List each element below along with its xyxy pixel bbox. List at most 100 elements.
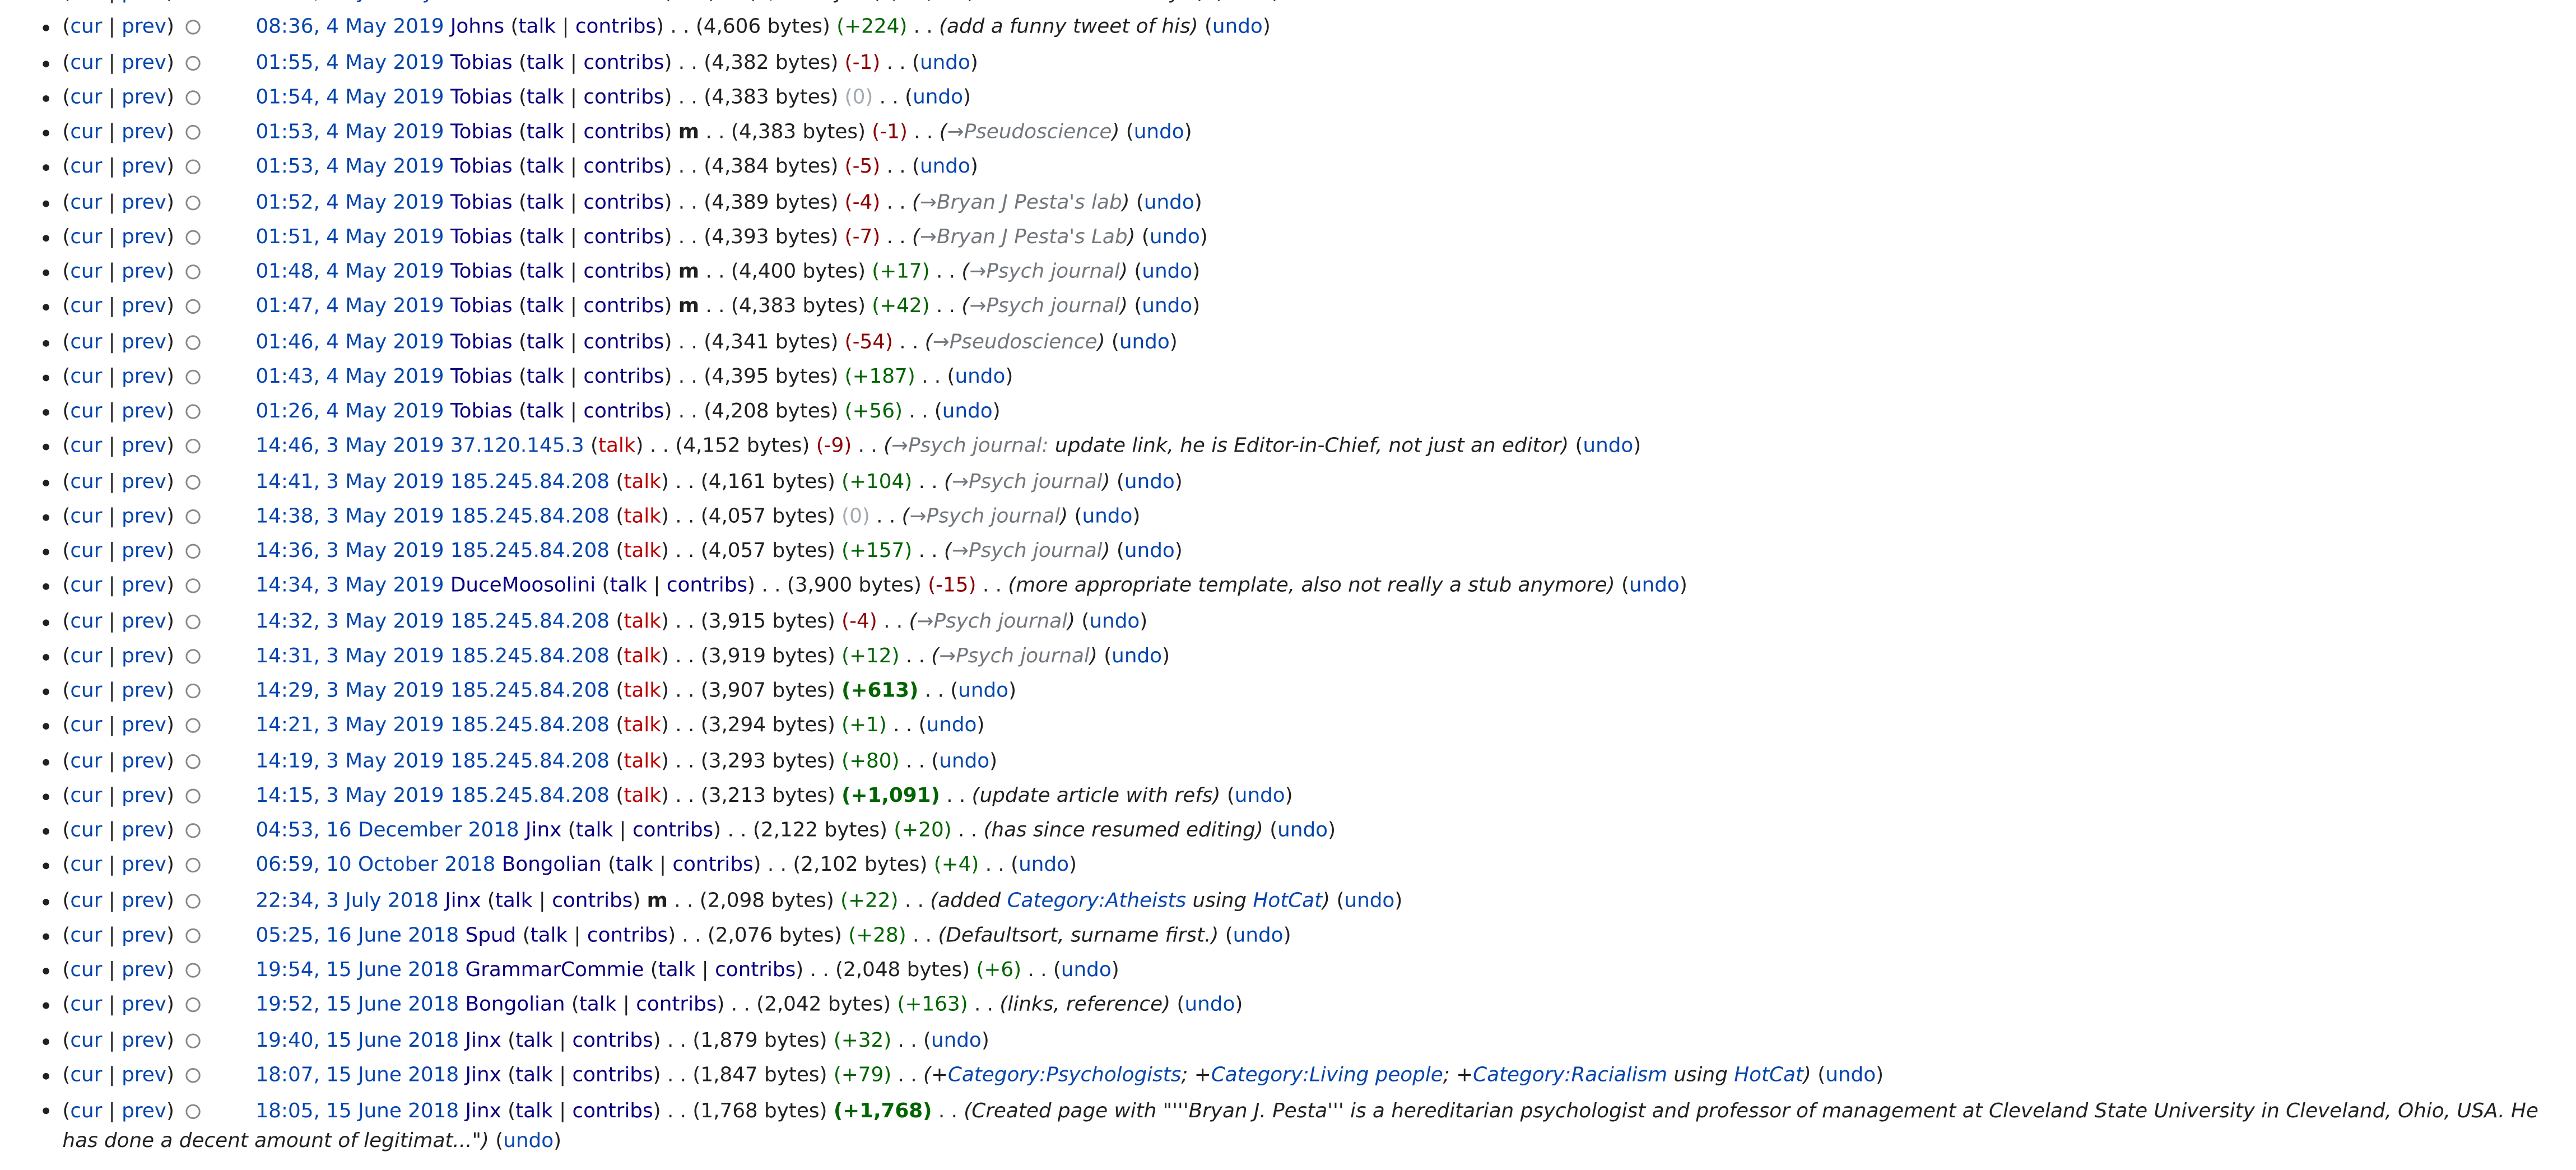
undo-link[interactable]: undo — [503, 1129, 554, 1152]
user-talk-link[interactable]: talk — [624, 469, 661, 492]
user-link[interactable]: Tobias — [450, 259, 513, 282]
revision-date-link[interactable]: 14:21, 3 May 2019 — [255, 713, 444, 736]
undo-link[interactable]: undo — [1629, 574, 1680, 597]
prev-link[interactable]: prev — [122, 155, 166, 178]
prev-link[interactable]: prev — [122, 1098, 166, 1121]
prev-link[interactable]: prev — [122, 749, 166, 772]
compare-radio[interactable] — [185, 544, 201, 559]
prev-link[interactable]: prev — [122, 644, 166, 667]
compare-radio[interactable] — [185, 1067, 201, 1083]
compare-radio[interactable] — [185, 648, 201, 663]
revision-date-link[interactable]: 14:29, 3 May 2019 — [255, 679, 444, 702]
revision-date-link[interactable]: 05:25, 16 June 2018 — [255, 923, 459, 946]
revision-date-link[interactable]: 14:46, 3 May 2019 — [255, 434, 444, 457]
user-link[interactable]: Tobias — [450, 295, 513, 318]
undo-link[interactable]: undo — [1089, 609, 1140, 632]
user-talk-link[interactable]: talk — [515, 1028, 553, 1051]
user-link[interactable]: 185.245.84.208 — [450, 713, 610, 736]
revision-date-link[interactable]: 14:34, 3 May 2019 — [255, 574, 444, 597]
user-link[interactable]: Spud — [466, 923, 517, 946]
undo-link[interactable]: undo — [955, 364, 1006, 387]
cur-link[interactable]: cur — [70, 295, 102, 318]
revision-date-link[interactable]: 01:48, 4 May 2019 — [255, 259, 444, 282]
revision-date-link[interactable]: 19:54, 15 June 2018 — [255, 958, 459, 981]
cur-link[interactable]: cur — [70, 609, 102, 632]
user-talk-link[interactable]: talk — [527, 295, 564, 318]
undo-link[interactable]: undo — [1142, 259, 1192, 282]
user-contribs-link[interactable]: contribs — [583, 400, 664, 422]
user-link[interactable]: Jinx — [526, 818, 561, 841]
undo-link[interactable]: undo — [1124, 539, 1175, 562]
cur-link[interactable]: cur — [70, 1028, 102, 1051]
undo-link[interactable]: undo — [1134, 120, 1184, 143]
cur-link[interactable]: cur — [70, 853, 102, 876]
revision-date-link[interactable]: 19:40, 15 June 2018 — [255, 1028, 459, 1051]
prev-link[interactable]: prev — [122, 15, 166, 38]
user-talk-link[interactable]: talk — [519, 15, 556, 38]
undo-link[interactable]: undo — [1061, 958, 1112, 981]
cur-link[interactable]: cur — [70, 993, 102, 1016]
cur-link[interactable]: cur — [70, 749, 102, 772]
user-link[interactable]: Tobias — [450, 190, 513, 213]
cur-link[interactable]: cur — [70, 1098, 102, 1121]
user-link[interactable]: 185.245.84.208 — [450, 644, 610, 667]
user-contribs-link[interactable]: contribs — [583, 225, 664, 248]
revision-date-link[interactable]: 01:54, 4 May 2019 — [255, 85, 444, 108]
compare-radio[interactable] — [185, 823, 201, 838]
user-contribs-link[interactable]: contribs — [583, 329, 664, 352]
undo-link[interactable]: undo — [1235, 783, 1285, 806]
prev-link[interactable]: prev — [122, 434, 166, 457]
hotcat-link[interactable]: HotCat — [1253, 888, 1322, 911]
user-talk-link[interactable]: talk — [610, 574, 648, 597]
revision-date-link[interactable]: 14:41, 3 May 2019 — [255, 469, 444, 492]
user-talk-link[interactable]: talk — [527, 329, 564, 352]
user-contribs-link[interactable]: contribs — [633, 818, 713, 841]
compare-radio[interactable] — [185, 509, 201, 524]
user-talk-link[interactable]: talk — [624, 749, 661, 772]
user-contribs-link[interactable]: contribs — [583, 120, 664, 143]
undo-link[interactable]: undo — [1212, 15, 1263, 38]
prev-link[interactable]: prev — [122, 225, 166, 248]
undo-link[interactable]: undo — [1119, 329, 1170, 352]
prev-link[interactable]: prev — [122, 190, 166, 213]
user-talk-link[interactable]: talk — [515, 1063, 553, 1086]
undo-link[interactable]: undo — [1221, 0, 1272, 3]
user-contribs-link[interactable]: contribs — [572, 1063, 653, 1086]
prev-link[interactable]: prev — [122, 504, 166, 527]
cur-link[interactable]: cur — [70, 400, 102, 422]
section-link[interactable]: →Psych journal — [969, 259, 1120, 282]
prev-link[interactable]: prev — [122, 783, 166, 806]
revision-date-link[interactable]: 01:51, 4 May 2019 — [255, 225, 444, 248]
prev-link[interactable]: prev — [122, 1063, 166, 1086]
user-talk-link[interactable]: talk — [527, 120, 564, 143]
prev-link[interactable]: prev — [122, 609, 166, 632]
user-contribs-link[interactable]: contribs — [672, 853, 753, 876]
user-link[interactable]: GrammarCommie — [466, 958, 644, 981]
undo-link[interactable]: undo — [939, 749, 989, 772]
compare-radio[interactable] — [185, 1033, 201, 1048]
compare-radio[interactable] — [185, 614, 201, 629]
user-talk-link[interactable]: talk — [495, 888, 533, 911]
cur-link[interactable]: cur — [70, 888, 102, 911]
user-talk-link[interactable]: talk — [531, 923, 568, 946]
user-talk-link[interactable]: talk — [624, 504, 661, 527]
user-contribs-link[interactable]: contribs — [583, 155, 664, 178]
cur-link[interactable]: cur — [70, 574, 102, 597]
user-talk-link[interactable]: talk — [527, 85, 564, 108]
section-link[interactable]: →Bryan J Pesta's Lab — [920, 225, 1128, 248]
revision-date-link[interactable]: 04:53, 16 December 2018 — [255, 818, 519, 841]
user-talk-link[interactable]: talk — [527, 225, 564, 248]
compare-radio[interactable] — [185, 124, 201, 140]
compare-radio[interactable] — [185, 194, 201, 210]
revision-date-link[interactable]: 01:26, 4 May 2019 — [255, 400, 444, 422]
prev-link[interactable]: prev — [122, 818, 166, 841]
undo-link[interactable]: undo — [920, 50, 970, 73]
user-contribs-link[interactable]: contribs — [572, 1028, 653, 1051]
user-contribs-link[interactable]: contribs — [583, 85, 664, 108]
undo-link[interactable]: undo — [1082, 504, 1132, 527]
revision-date-link[interactable]: 19:52, 15 June 2018 — [255, 993, 459, 1016]
prev-link[interactable]: prev — [122, 259, 166, 282]
undo-link[interactable]: undo — [1583, 434, 1633, 457]
compare-radio[interactable] — [185, 788, 201, 804]
cur-link[interactable]: cur — [70, 818, 102, 841]
